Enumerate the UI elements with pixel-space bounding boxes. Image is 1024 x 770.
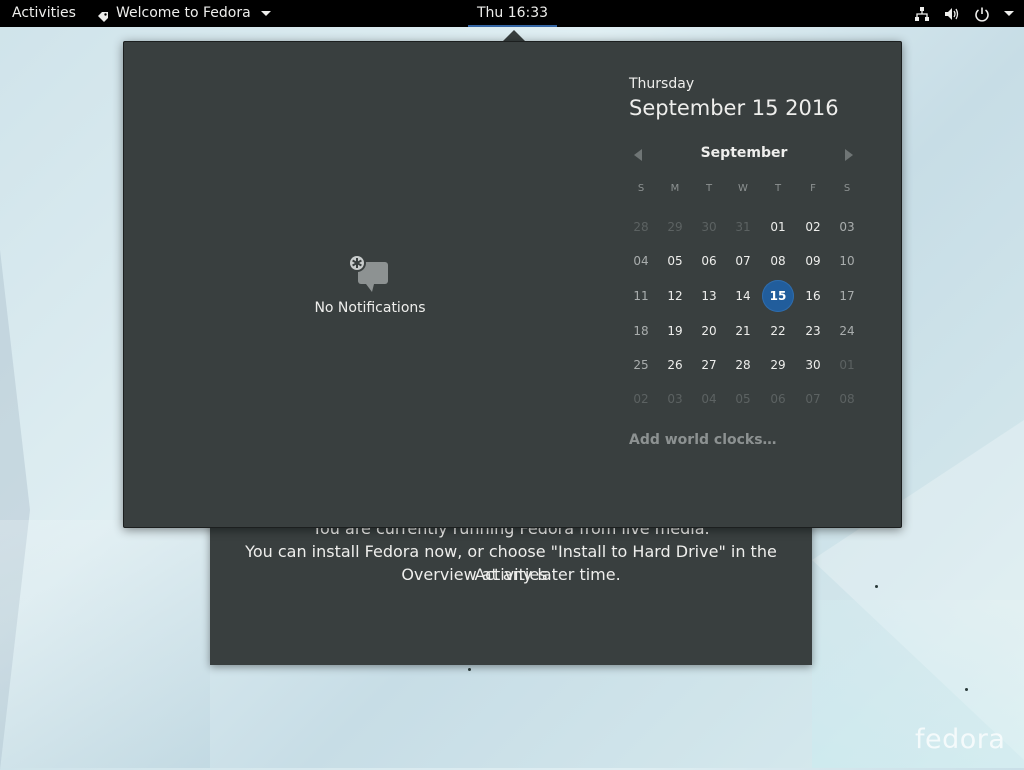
calendar-day[interactable]: 05: [726, 384, 760, 414]
calendar-day[interactable]: 20: [692, 316, 726, 346]
add-world-clocks-link[interactable]: Add world clocks…: [629, 432, 777, 448]
network-icon: [914, 6, 930, 22]
power-icon: [974, 6, 990, 22]
calendar-day[interactable]: 11: [624, 281, 658, 311]
system-menu[interactable]: [914, 0, 1014, 27]
calendar-day[interactable]: 07: [796, 384, 830, 414]
calendar-day[interactable]: 25: [624, 350, 658, 380]
weekday-label: M: [670, 183, 680, 194]
calendar-day[interactable]: 15: [761, 280, 795, 312]
weekday-header: SMTWTFS: [624, 183, 864, 199]
calendar-day[interactable]: 01: [830, 350, 864, 380]
app-icon: [96, 7, 110, 22]
calendar-day[interactable]: 02: [624, 384, 658, 414]
calendar-day[interactable]: 27: [692, 350, 726, 380]
app-menu[interactable]: Welcome to Fedora: [96, 0, 271, 27]
calendar-day[interactable]: 02: [796, 212, 830, 242]
calendar-day[interactable]: 30: [692, 212, 726, 242]
calendar-day[interactable]: 07: [726, 246, 760, 276]
calendar-day[interactable]: 31: [726, 212, 760, 242]
weekday-label: S: [843, 183, 851, 194]
calendar-day[interactable]: 22: [761, 316, 795, 346]
calendar-day[interactable]: 16: [796, 281, 830, 311]
previous-month-button[interactable]: [630, 148, 646, 162]
day-name: Thursday: [629, 76, 695, 92]
calendar-day[interactable]: 04: [624, 246, 658, 276]
calendar-day[interactable]: 10: [830, 246, 864, 276]
calendar-day[interactable]: 03: [830, 212, 864, 242]
calendar-day[interactable]: 21: [726, 316, 760, 346]
calendar-day[interactable]: 29: [761, 350, 795, 380]
calendar-day[interactable]: 19: [658, 316, 692, 346]
volume-icon: [944, 6, 960, 22]
chevron-down-icon: [1004, 11, 1014, 16]
calendar-day[interactable]: 29: [658, 212, 692, 242]
calendar-day[interactable]: 28: [624, 212, 658, 242]
full-date[interactable]: September 15 2016: [629, 96, 839, 120]
no-notifications-label: No Notifications: [314, 300, 426, 316]
desktop-dot: [468, 668, 471, 671]
calendar-day[interactable]: 13: [692, 281, 726, 311]
calendar-day[interactable]: 26: [658, 350, 692, 380]
calendar-day[interactable]: 08: [830, 384, 864, 414]
calendar-day[interactable]: 18: [624, 316, 658, 346]
calendar-day[interactable]: 24: [830, 316, 864, 346]
calendar-day[interactable]: 01: [761, 212, 795, 242]
fedora-logo: fedora: [915, 724, 1006, 755]
weekday-label: F: [810, 183, 816, 194]
calendar-day[interactable]: 04: [692, 384, 726, 414]
top-bar: Activities Welcome to Fedora Thu 16:33: [0, 0, 1024, 27]
app-menu-label: Welcome to Fedora: [116, 5, 251, 21]
calendar-grid: 28 29 30 31 01 02 03 04 05 06 07 08 09 10 11 12 13 14 15 16…: [624, 212, 864, 422]
desktop-dot: [875, 585, 878, 588]
desktop-dot: [965, 688, 968, 691]
chevron-down-icon: [260, 11, 271, 16]
calendar-day[interactable]: 30: [796, 350, 830, 380]
weekday-label: T: [705, 183, 713, 194]
calendar-popup: No Notifications Thursday September 15 2…: [123, 41, 902, 528]
month-label: September: [700, 145, 788, 161]
calendar-day[interactable]: 05: [658, 246, 692, 276]
calendar-day[interactable]: 08: [761, 246, 795, 276]
calendar-day[interactable]: 03: [658, 384, 692, 414]
calendar-day[interactable]: 28: [726, 350, 760, 380]
calendar-day[interactable]: 17: [830, 281, 864, 311]
desktop-facet: [0, 520, 210, 768]
next-month-button[interactable]: [841, 148, 857, 162]
calendar-day[interactable]: 12: [658, 281, 692, 311]
weekday-label: W: [738, 183, 748, 194]
welcome-text-line: Overview at any later time.: [401, 565, 621, 584]
clock-button[interactable]: Thu 16:33: [468, 0, 557, 27]
calendar-day[interactable]: 23: [796, 316, 830, 346]
calendar-day[interactable]: 09: [796, 246, 830, 276]
popup-arrow: [503, 30, 525, 41]
activities-button[interactable]: Activities: [12, 0, 76, 27]
calendar-day[interactable]: 06: [692, 246, 726, 276]
notifications-icon: [346, 252, 392, 300]
weekday-label: S: [637, 183, 645, 194]
weekday-label: T: [774, 183, 782, 194]
calendar-day[interactable]: 14: [726, 281, 760, 311]
calendar-day[interactable]: 06: [761, 384, 795, 414]
